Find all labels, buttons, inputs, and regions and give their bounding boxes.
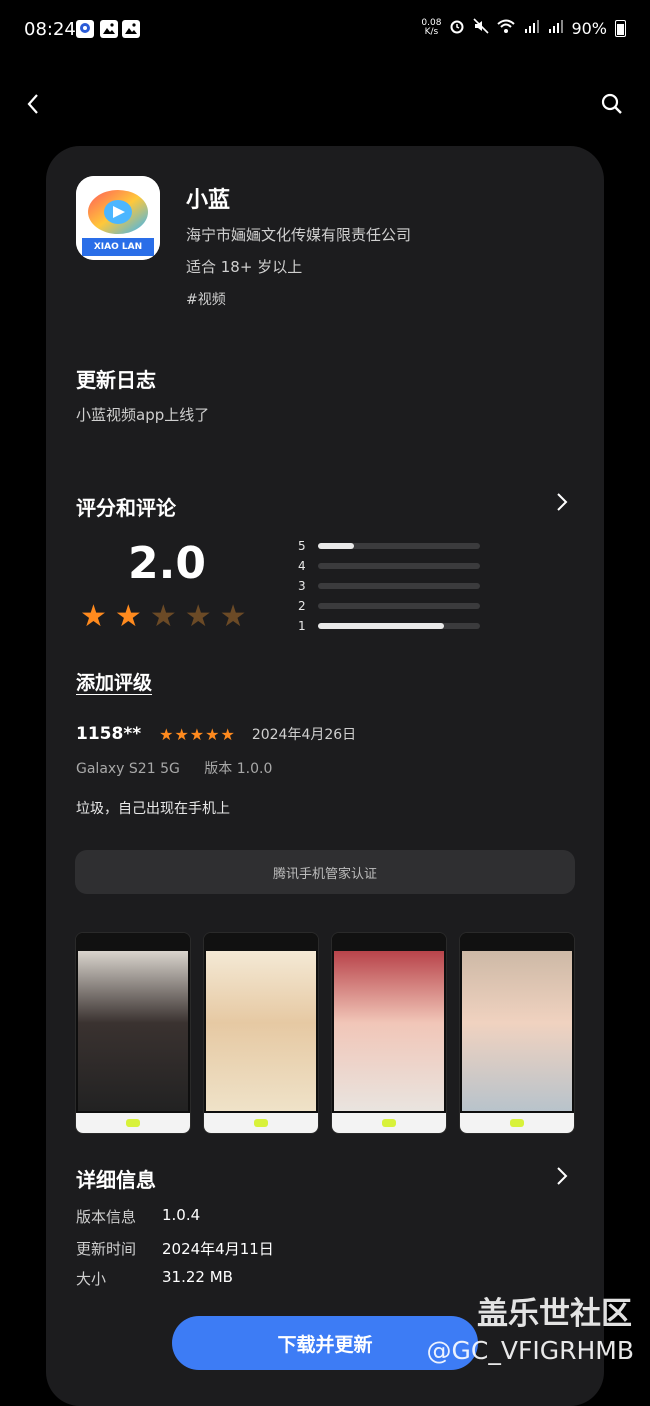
chevron-right-icon[interactable] [550,490,574,514]
rating-bar-fill [318,623,445,629]
star-icon: ★ [149,599,177,634]
developer-name[interactable]: 海宁市婳婳文化传媒有限责任公司 [186,224,411,245]
back-arrow-icon [27,94,38,114]
rating-bar-label: 2 [298,599,306,613]
mute-icon [473,18,490,38]
review-meta: Galaxy S21 5G 版本 1.0.0 [76,758,292,778]
rating-bar-track [318,603,480,609]
screenshot-thumbnail[interactable] [331,932,447,1134]
chevron-right-icon[interactable] [550,1164,574,1188]
changelog-title: 更新日志 [76,368,156,392]
age-rating: 适合 18+ 岁以上 [186,258,303,276]
screenshot-thumbnail[interactable] [203,932,319,1134]
gallery-icon [122,20,140,38]
search-icon [601,93,622,114]
watermark-site: 盖乐世社区 [477,1296,632,1332]
review-date: 2024年4月26日 [251,727,357,743]
rating-bar-track [318,583,480,589]
status-bar: 08:24 0.08 K/s 90% [0,0,650,60]
review-user: 1158** [76,724,142,744]
screenshot-thumbnail[interactable] [75,932,191,1134]
network-speed: 0.08 K/s [421,18,442,37]
rating-stars: ★ ★ ★ ★ ★ [80,602,247,632]
verification-badge[interactable]: 腾讯手机管家认证 [75,850,575,894]
review-stars: ★★★★★ [159,724,236,744]
alarm-icon [449,18,465,38]
screenshot-thumbnail[interactable] [459,932,575,1134]
rating-bar-track [318,543,480,549]
status-right: 0.08 K/s 90% [421,18,626,38]
rating-bar-track [318,623,480,629]
signal-4g-icon [523,18,540,38]
star-icon: ★ [184,599,212,634]
star-icon: ★ [219,599,247,634]
add-rating-link[interactable]: 添加评级 [76,668,152,695]
app-title: 小蓝 [186,188,231,213]
rating-distribution: 5 4 3 2 1 [298,536,498,636]
rating-score: 2.0 [128,538,206,589]
rating-bar-label: 3 [298,579,306,593]
status-time: 08:24 [24,19,76,40]
notification-icon [76,20,94,38]
rating-bar-row: 4 [298,556,498,576]
app-icon-label: XIAO LAN [93,242,143,252]
rating-bar-row: 5 [298,536,498,556]
detail-row-version: 版本信息 1.0.4 [76,1206,201,1226]
watermark-user: @GC_VFIGRHMB [426,1336,634,1365]
star-icon: ★ [114,599,142,634]
battery-percent: 90% [571,18,607,38]
review-device: Galaxy S21 5G [76,761,180,777]
ratings-title[interactable]: 评分和评论 [76,492,176,521]
rating-bar-label: 4 [298,559,306,573]
rating-bar-fill [318,543,354,549]
review-version: 版本 1.0.0 [204,761,273,777]
rating-bar-track [318,563,480,569]
search-button[interactable] [592,84,632,124]
rating-bar-label: 5 [298,539,306,553]
review-body: 垃圾，自己出现在手机上 [76,801,230,817]
signal-5g-icon [547,18,564,38]
details-title[interactable]: 详细信息 [76,1164,156,1193]
rating-bar-row: 2 [298,596,498,616]
changelog-text: 小蓝视频app上线了 [76,406,210,424]
screenshot-gallery[interactable] [75,932,575,1134]
gallery-icon [100,20,118,38]
app-detail-card: XIAO LAN 小蓝 海宁市婳婳文化传媒有限责任公司 适合 18+ 岁以上 #… [46,146,604,1406]
wifi-icon [497,18,516,38]
app-icon: XIAO LAN [76,176,160,260]
top-bar [0,80,650,130]
detail-row-size: 大小 31.22 MB [76,1268,233,1288]
rating-bar-row: 1 [298,616,498,636]
star-icon: ★ [80,599,107,634]
rating-bar-label: 1 [298,619,306,633]
battery-icon [615,19,626,37]
rating-bar-row: 3 [298,576,498,596]
back-button[interactable] [14,84,54,124]
detail-row-updated: 更新时间 2024年4月11日 [76,1240,274,1258]
category-tag[interactable]: #视频 [186,289,226,309]
review-header: 1158** ★★★★★ 2024年4月26日 [76,724,356,744]
